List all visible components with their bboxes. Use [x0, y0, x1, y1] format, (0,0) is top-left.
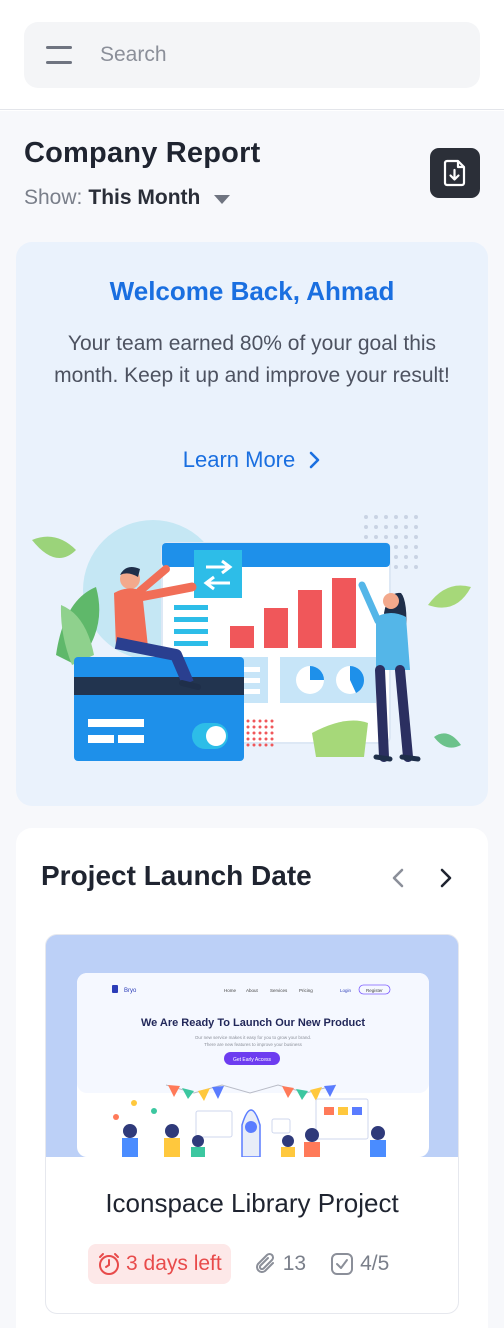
preview-subtext-2: There are new features to improve your b… — [204, 1042, 303, 1047]
menu-icon[interactable] — [46, 44, 72, 64]
previous-project-button[interactable] — [384, 862, 412, 894]
period-label: Show: — [24, 186, 83, 209]
learn-more-label: Learn More — [182, 447, 296, 472]
search-input[interactable] — [100, 22, 460, 88]
page-title: Company Report — [24, 137, 261, 169]
days-left-badge: 3 days left — [88, 1244, 231, 1284]
learn-more-link[interactable]: Learn More — [0, 447, 504, 473]
preview-login: Login — [340, 988, 352, 993]
export-report-button[interactable] — [430, 148, 480, 198]
alarm-clock-icon — [99, 1253, 119, 1275]
tasks-value: 4/5 — [360, 1252, 390, 1275]
preview-brand: Bryo — [124, 988, 137, 994]
chevron-right-icon — [440, 868, 452, 888]
preview-nav-services: Services — [270, 988, 288, 993]
welcome-title: Welcome Back, Ahmad — [109, 276, 395, 306]
preview-cta: Get Early Access — [233, 1057, 272, 1063]
project-thumbnail: Bryo Home About Services Pricing Login R… — [46, 935, 458, 1158]
period-selector[interactable]: Show: This Month — [24, 186, 231, 210]
top-bar — [0, 0, 504, 110]
preview-headline: We Are Ready To Launch Our New Product — [141, 1017, 365, 1029]
checkbox-icon — [331, 1253, 354, 1275]
search-bar — [24, 22, 480, 88]
chevron-right-icon — [309, 451, 320, 469]
preview-register: Register — [366, 988, 383, 993]
paperclip-icon — [255, 1252, 274, 1273]
welcome-message: Your team earned 80% of your goal this m… — [54, 332, 450, 387]
project-section-title: Project Launch Date — [41, 860, 312, 891]
tasks-progress: 4/5 — [330, 1252, 389, 1276]
attachments-value: 13 — [282, 1252, 307, 1275]
preview-nav-home: Home — [224, 988, 237, 993]
preview-subtext-1: Our new service makes it easy for you to… — [195, 1035, 311, 1040]
preview-nav-about: About — [246, 988, 259, 993]
attachments-count: 13 — [255, 1252, 306, 1276]
landing-page-preview: Bryo Home About Services Pricing Login R… — [46, 935, 458, 1158]
period-value: This Month — [88, 186, 201, 209]
file-download-icon — [443, 159, 466, 187]
caret-down-icon — [214, 194, 231, 204]
chevron-left-icon — [392, 868, 404, 888]
next-project-button[interactable] — [432, 862, 460, 894]
preview-nav-pricing: Pricing — [299, 988, 313, 993]
team-analytics-illustration — [32, 515, 471, 762]
days-left-label: 3 days left — [126, 1252, 222, 1275]
project-name: Iconspace Library Project — [105, 1188, 399, 1218]
project-meta: 3 days left 13 4/5 — [88, 1244, 389, 1284]
